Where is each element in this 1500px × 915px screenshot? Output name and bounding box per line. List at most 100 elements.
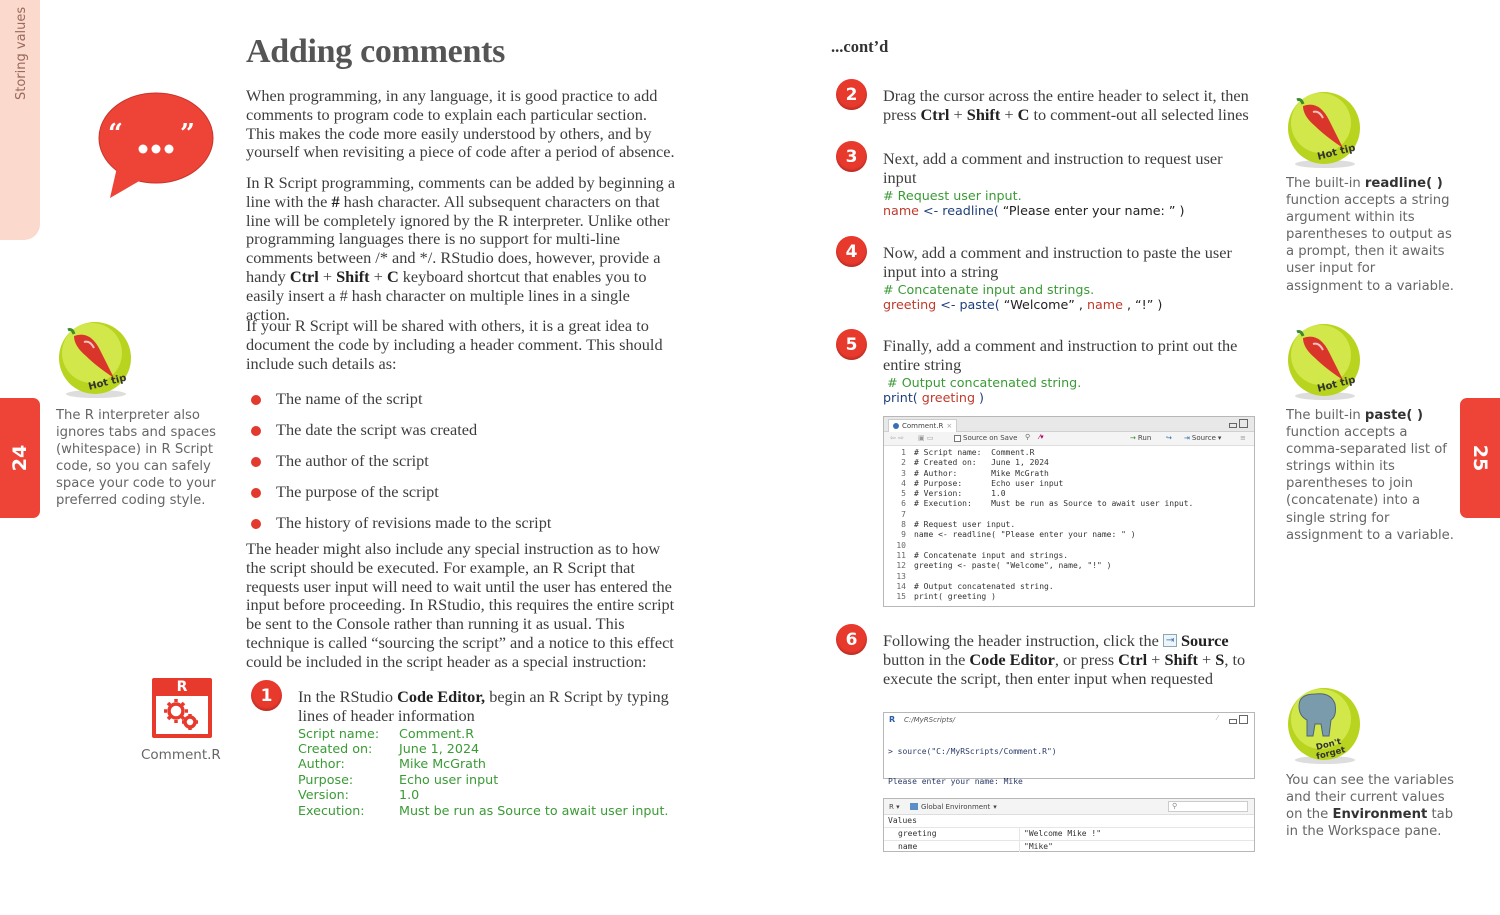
- outline-icon[interactable]: ≡: [1240, 434, 1246, 442]
- back-forward-icon[interactable]: ⇦ ⇨: [890, 434, 904, 442]
- line-number: 5: [901, 489, 906, 499]
- code-line[interactable]: 1 # Script name: Comment.R: [884, 448, 1254, 458]
- line-text: # Version: 1.0: [914, 489, 1006, 499]
- code-line: print( greeting ): [883, 390, 984, 405]
- code-line[interactable]: 8 # Request user input.: [884, 520, 1254, 530]
- code-line[interactable]: 3 # Author: Mike McGrath: [884, 469, 1254, 479]
- values-section-header: Values: [884, 815, 1254, 828]
- list-item: The purpose of the script: [250, 477, 551, 508]
- code-line[interactable]: 4 # Purpose: Echo user input: [884, 479, 1254, 489]
- step-number-3: 3: [836, 141, 867, 172]
- save-icon[interactable]: ▣ ▭: [918, 434, 933, 442]
- code-line[interactable]: 6 # Execution: Must be run as Source to a…: [884, 499, 1254, 509]
- header-row: Author: Mike McGrath: [298, 756, 486, 772]
- code-line: name <- readline( “Please enter your nam…: [883, 203, 1185, 218]
- gears-icon: [164, 699, 198, 730]
- minimize-icon[interactable]: [1229, 423, 1237, 428]
- editor-toolbar: ⇦ ⇨ ▣ ▭ Source on Save ⚲ ⁄▾ → Run ↪ ⇥ Sour…: [884, 432, 1254, 446]
- line-text: greeting <- paste( "Welcome", name, "!" …: [914, 561, 1112, 571]
- window-controls: [1229, 419, 1248, 428]
- tab-comment-r[interactable]: Comment.R ×: [888, 419, 958, 432]
- line-number: 11: [896, 550, 906, 560]
- source-button[interactable]: ⇥ Source ▾: [1184, 434, 1221, 442]
- line-text: # Execution: Must be run as Source to aw…: [914, 499, 1194, 509]
- wand-icon[interactable]: ⁄▾: [1039, 433, 1044, 441]
- line-number: 6: [901, 499, 906, 509]
- editor-tab-bar: Comment.R ×: [884, 417, 1254, 432]
- search-icon[interactable]: ⚲: [1025, 433, 1030, 441]
- code-line[interactable]: 12 greeting <- paste( "Welcome", name, "!…: [884, 561, 1254, 571]
- minimize-icon[interactable]: [1229, 719, 1237, 724]
- environment-search-input[interactable]: ⚲: [1168, 801, 1248, 812]
- step-3: Next, add a comment and instruction to r…: [883, 149, 1253, 218]
- line-text: name <- readline( "Please enter your nam…: [914, 530, 1136, 540]
- rerun-icon[interactable]: ↪: [1166, 434, 1172, 442]
- line-number: 12: [896, 561, 906, 571]
- code-line[interactable]: 2 # Created on: June 1, 2024: [884, 458, 1254, 468]
- line-number: 13: [896, 571, 906, 581]
- hot-tip-readline-text: The built-in readline( ) function accept…: [1286, 176, 1454, 294]
- svg-text:“: “: [108, 119, 123, 149]
- maximize-icon[interactable]: [1239, 715, 1248, 724]
- code-line[interactable]: 15 print( greeting ): [884, 592, 1254, 602]
- step-number-5: 5: [836, 329, 867, 360]
- code-line[interactable]: 11 # Concatenate input and strings.: [884, 551, 1254, 561]
- code-line[interactable]: 14 # Output concatenated string.: [884, 582, 1254, 592]
- header-row: Version: 1.0: [298, 787, 420, 803]
- svg-text:”: ”: [180, 119, 195, 149]
- header-info-table: Script name: Comment.R Created on: June 1,…: [298, 726, 688, 818]
- run-button[interactable]: → Run: [1130, 434, 1151, 442]
- step-number-6: 6: [836, 624, 867, 655]
- console-header: R C:/MyRScripts/ ⁄: [884, 713, 1254, 727]
- r-file-icon: [893, 423, 899, 429]
- list-item: The name of the script: [250, 384, 551, 415]
- line-number: 15: [896, 592, 906, 602]
- table-row[interactable]: greeting "Welcome Mike !": [884, 828, 1254, 841]
- chapter-tab: Storing values: [0, 0, 40, 240]
- line-text: # Output concatenated string.: [914, 581, 1054, 591]
- scope-select[interactable]: Global Environment ▾: [910, 803, 997, 811]
- step-number-2: 2: [836, 79, 867, 110]
- table-row[interactable]: name "Mike": [884, 841, 1254, 852]
- line-number: 2: [901, 458, 906, 468]
- maximize-icon[interactable]: [1239, 419, 1248, 428]
- code-line[interactable]: 5 # Version: 1.0: [884, 489, 1254, 499]
- code-comment: # Request user input.: [883, 187, 1022, 203]
- line-number: 3: [901, 468, 906, 478]
- code-line[interactable]: 9 name <- readline( "Please enter your na…: [884, 530, 1254, 540]
- code-line[interactable]: 7: [884, 510, 1254, 520]
- code-line[interactable]: 10: [884, 541, 1254, 551]
- step-1: In the RStudio Code Editor, begin an R S…: [298, 687, 688, 818]
- line-number: 4: [901, 478, 906, 488]
- environment-icon: [910, 803, 918, 810]
- line-text: # Script name: Comment.R: [914, 448, 1035, 457]
- clear-console-icon[interactable]: ⁄: [1217, 714, 1218, 722]
- hot-tip-badge-icon: Hot tip: [1285, 322, 1363, 402]
- code-lines[interactable]: 1 # Script name: Comment.R 2 # Created on: …: [884, 446, 1254, 602]
- language-select[interactable]: R ▾: [889, 803, 900, 811]
- code-editor-pane: Comment.R × ⇦ ⇨ ▣ ▭ Source on Save ⚲ ⁄▾ …: [883, 416, 1255, 607]
- close-tab-icon[interactable]: ×: [946, 422, 952, 430]
- step-1-text: In the RStudio Code Editor, begin an R S…: [298, 687, 669, 725]
- search-icon: ⚲: [1172, 802, 1178, 810]
- bullet-icon: [251, 456, 261, 467]
- hot-tip-text: The R interpreter also ignores tabs and …: [56, 408, 217, 509]
- page-number-right-text: 25: [1469, 444, 1491, 472]
- environment-toolbar: R ▾ Global Environment ▾ ⚲: [884, 799, 1254, 815]
- header-row: Purpose: Echo user input: [298, 771, 499, 787]
- line-text: # Author: Mike McGrath: [914, 468, 1049, 478]
- step-5: Finally, add a comment and instruction t…: [883, 336, 1253, 405]
- bullet-icon: [251, 487, 261, 498]
- source-on-save-checkbox[interactable]: Source on Save: [954, 434, 1017, 442]
- line-number: 10: [896, 540, 906, 550]
- step-2-text: Drag the cursor across the entire header…: [883, 86, 1249, 124]
- hot-tip-badge-icon: Hot tip: [1285, 90, 1363, 170]
- file-icon-label: Comment.R: [141, 747, 221, 763]
- comments-paragraph: In R Script programming, comments can be…: [246, 173, 676, 324]
- dont-forget-badge-icon: Don't forget: [1285, 686, 1363, 766]
- step-5-text: Finally, add a comment and instruction t…: [883, 336, 1238, 374]
- console-pane: R C:/MyRScripts/ ⁄ > source("C:/MyRScrip…: [883, 712, 1255, 846]
- code-line[interactable]: 13: [884, 572, 1254, 582]
- step-3-text: Next, add a comment and instruction to r…: [883, 149, 1223, 187]
- bullet-icon: [251, 518, 261, 529]
